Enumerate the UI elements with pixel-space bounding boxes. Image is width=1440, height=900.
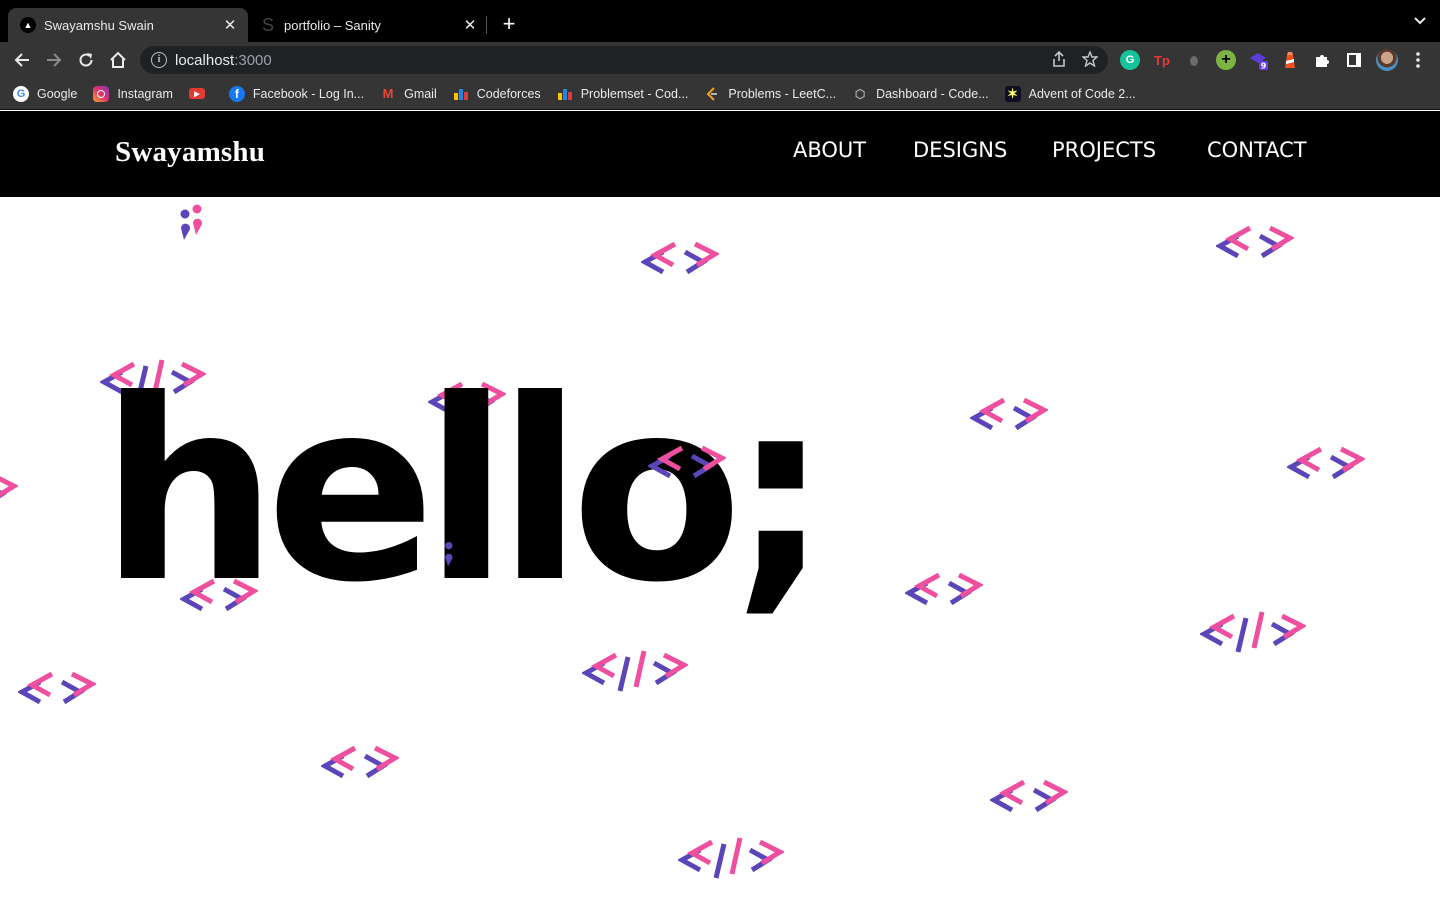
nav-contact[interactable]: CONTACT xyxy=(1207,138,1307,162)
tab-title: Swayamshu Swain xyxy=(44,17,154,33)
angle-brackets-code-icon xyxy=(641,241,719,275)
tab-search-chevron-icon[interactable] xyxy=(1414,14,1426,28)
site-logo[interactable]: Swayamshu xyxy=(115,136,265,169)
extension-badge: 9 xyxy=(1261,62,1267,71)
bookmark-star-icon[interactable] xyxy=(1081,50,1099,71)
advent-star-icon: ✶ xyxy=(1004,85,1021,102)
profile-avatar[interactable] xyxy=(1376,49,1398,71)
bookmark-label: Advent of Code 2... xyxy=(1028,86,1136,101)
url-host: localhost xyxy=(175,51,235,69)
google-icon: G xyxy=(13,85,29,102)
nav-about[interactable]: ABOUT xyxy=(793,138,866,162)
closing-tag-code-icon xyxy=(582,650,688,692)
codeforces-icon xyxy=(557,86,573,102)
angle-brackets-code-icon xyxy=(905,572,983,606)
nav-projects[interactable]: PROJECTS xyxy=(1052,138,1156,162)
bookmark-label: Google xyxy=(37,86,78,101)
gmail-icon: M xyxy=(382,86,394,101)
tab-bar: ▲ Swayamshu Swain ✕ S portfolio – Sanity… xyxy=(0,0,1440,42)
bug-icon[interactable] xyxy=(1184,50,1204,70)
angle-brackets-code-icon xyxy=(1216,225,1294,259)
bookmark-label: Codeforces xyxy=(476,86,541,101)
bookmark-label: Instagram xyxy=(117,86,173,101)
leetcode-icon xyxy=(704,86,720,102)
bookmark-dashboard-codechef[interactable]: ⬡ Dashboard - Code... xyxy=(852,86,989,102)
bookmark-instagram[interactable]: Instagram xyxy=(93,85,173,102)
youtube-icon: ▶ xyxy=(188,88,205,99)
arrow-right-icon xyxy=(47,53,62,67)
address-bar[interactable]: i localhost :3000 xyxy=(140,46,1108,74)
angle-brackets-code-icon xyxy=(321,745,399,779)
bookmark-gmail[interactable]: M Gmail xyxy=(380,86,437,102)
bookmark-label: Facebook - Log In... xyxy=(252,86,365,101)
angle-brackets-code-icon xyxy=(0,476,18,499)
lighthouse-icon[interactable] xyxy=(1280,50,1300,70)
bookmark-problems-leetcode[interactable]: Problems - LeetC... xyxy=(704,86,836,102)
tab-swayamshu-swain[interactable]: ▲ Swayamshu Swain ✕ xyxy=(8,8,248,42)
angle-brackets-code-icon xyxy=(990,779,1068,813)
bookmark-label: Problemset - Cod... xyxy=(580,86,689,101)
closing-tag-code-icon xyxy=(678,837,784,879)
bookmark-advent-of-code[interactable]: ✶ Advent of Code 2... xyxy=(1004,85,1136,102)
home-button[interactable] xyxy=(106,48,130,72)
tab-title: portfolio – Sanity xyxy=(284,17,381,33)
bookmark-youtube[interactable]: ▶ xyxy=(188,88,213,99)
vercel-triangle-icon: ▲ xyxy=(20,17,36,33)
home-icon xyxy=(110,51,126,68)
codechef-icon: ⬡ xyxy=(854,86,866,101)
bookmark-codeforces[interactable]: Codeforces xyxy=(453,86,541,102)
puzzle-icon[interactable] xyxy=(1312,50,1332,70)
semicolon-icon xyxy=(180,204,202,240)
back-button[interactable] xyxy=(10,48,34,72)
close-tab-icon[interactable]: ✕ xyxy=(460,16,480,34)
angle-brackets-code-icon xyxy=(1287,446,1365,480)
sanity-s-icon: S xyxy=(261,14,274,35)
new-tab-button[interactable]: + xyxy=(498,12,520,36)
close-tab-icon[interactable]: ✕ xyxy=(220,16,240,34)
stack-icon[interactable]: 9 xyxy=(1248,50,1268,70)
angle-brackets-code-icon xyxy=(970,397,1048,431)
share-icon[interactable] xyxy=(1052,50,1066,71)
facebook-icon: f xyxy=(228,85,245,102)
nav-designs[interactable]: DESIGNS xyxy=(913,138,1007,162)
site-info-icon[interactable]: i xyxy=(151,52,167,68)
site-header: Swayamshu ABOUT DESIGNS PROJECTS CONTACT xyxy=(0,111,1440,197)
semicolon-icon xyxy=(445,542,453,567)
instagram-icon xyxy=(93,85,110,102)
tab-separator xyxy=(486,16,487,34)
bookmark-label: Dashboard - Code... xyxy=(876,86,989,101)
tp-icon[interactable]: Tp xyxy=(1152,50,1172,70)
forward-button[interactable] xyxy=(42,48,66,72)
bookmark-facebook[interactable]: f Facebook - Log In... xyxy=(228,85,365,102)
tab-portfolio-sanity[interactable]: S portfolio – Sanity ✕ xyxy=(248,8,488,42)
plus-circle-icon[interactable]: + xyxy=(1216,50,1236,70)
angle-brackets-code-icon xyxy=(18,671,96,705)
browser-toolbar: i localhost :3000 G Tp + 9 xyxy=(0,42,1440,78)
sidepanel-icon[interactable] xyxy=(1344,50,1364,70)
url-port: :3000 xyxy=(234,51,272,69)
codeforces-icon xyxy=(453,86,469,102)
more-menu-icon[interactable] xyxy=(1408,50,1428,70)
bookmark-problemset-codeforces[interactable]: Problemset - Cod... xyxy=(557,86,689,102)
bookmark-label: Gmail xyxy=(404,86,437,101)
arrow-left-icon xyxy=(14,53,29,67)
angle-brackets-code-icon xyxy=(648,445,726,479)
reload-icon xyxy=(79,53,93,67)
reload-button[interactable] xyxy=(74,48,98,72)
grammarly-icon[interactable]: G xyxy=(1120,50,1140,70)
bookmark-label: Problems - LeetC... xyxy=(728,86,837,101)
bookmarks-bar: G Google Instagram ▶ f Facebook - Log In… xyxy=(0,78,1440,110)
hero-section: hello; xyxy=(0,197,1440,900)
bookmark-google[interactable]: G Google xyxy=(13,85,78,102)
angle-brackets-code-icon xyxy=(180,578,258,612)
closing-tag-code-icon xyxy=(1200,611,1306,653)
